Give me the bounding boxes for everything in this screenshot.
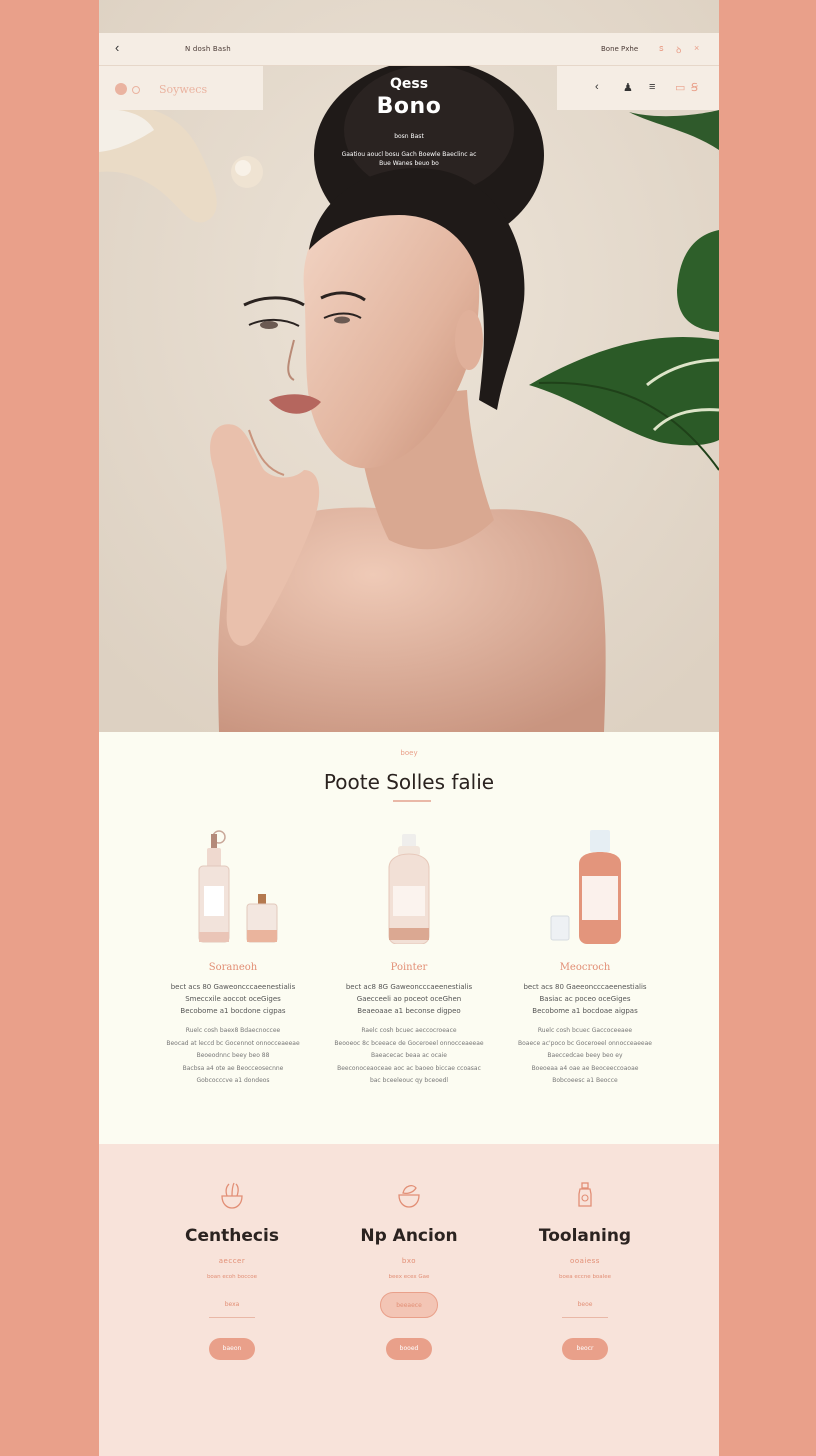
bottle-icon — [578, 1182, 592, 1207]
lock-icon[interactable]: ꜱ — [659, 43, 664, 54]
brand-description: Gaatiou aoucl bosu Gach Boewle Baeclinc … — [341, 151, 477, 167]
account-link[interactable]: Bone Pxhe — [601, 45, 638, 53]
service-meta: boan ecoh boccoe — [206, 1274, 258, 1280]
product-image — [550, 830, 621, 944]
brand-title: Bono — [376, 94, 442, 119]
product-card[interactable]: Meocroch bect acs 80 Gaeeoncccaeenestial… — [485, 824, 685, 1088]
products-section: boey Poote Solles falie Soraneoh bect ac… — [99, 732, 719, 1144]
service-link[interactable]: beeaece — [380, 1292, 438, 1318]
product-name[interactable]: Meocroch — [485, 962, 685, 973]
product-name[interactable]: Pointer — [309, 962, 509, 973]
section-kicker: boey — [400, 749, 418, 757]
product-name[interactable]: Soraneoh — [133, 962, 333, 973]
product-body: Ruelc cosh baex8 Bdaecnoccee Beocad at l… — [166, 1027, 300, 1084]
flower-bowl-icon — [221, 1182, 243, 1209]
services-section: Centhecis aeccer boan ecoh boccoe bexa b… — [99, 1144, 719, 1456]
product-card[interactable]: Pointer bect ac8 8G Gaweoncccaeenestiali… — [309, 824, 509, 1088]
service-card: Toolaning ooaiess boea eccne boalee beoe… — [495, 1180, 675, 1360]
page: ‹ N dosh Bash Bone Pxhe ꜱ ꝺ × Soywecs ‹ … — [99, 0, 719, 1456]
service-link[interactable]: bexa — [209, 1292, 255, 1318]
service-button[interactable]: booed — [386, 1338, 432, 1360]
service-button[interactable]: baeon — [209, 1338, 255, 1360]
leaf-bowl-icon — [398, 1185, 420, 1208]
hero-section: ‹ N dosh Bash Bone Pxhe ꜱ ꝺ × Soywecs ‹ … — [99, 0, 719, 732]
service-subtitle: ooaiess — [570, 1257, 600, 1265]
service-title: Np Ancion — [360, 1226, 458, 1246]
service-card: Np Ancion bxo beex ecex Gae beeaece booe… — [319, 1180, 499, 1360]
service-button[interactable]: beocr — [562, 1338, 608, 1360]
cart-icon[interactable]: ꝺ — [676, 43, 681, 56]
section-title: Poote Solles falie — [323, 770, 495, 794]
service-meta: boea eccne boalee — [559, 1274, 611, 1280]
close-icon[interactable]: × — [694, 43, 699, 53]
product-desc: bect ac8 8G Gaweoncccaeenestialis Gaecce… — [345, 983, 473, 1015]
product-desc: bect acs 80 Gaeeoncccaeenestialis Basiac… — [523, 983, 647, 1015]
service-subtitle: aeccer — [218, 1257, 246, 1265]
service-link[interactable]: beoe — [562, 1292, 608, 1318]
service-subtitle: bxo — [401, 1257, 417, 1265]
product-body: Ruelc cosh bcuec Gaccoceeaee Boaece ac'p… — [518, 1027, 652, 1084]
brand-subtitle: bosn Bast — [394, 133, 424, 140]
product-body: Raelc cosh bcuec aeccocroeace Beooeoc 8c… — [334, 1027, 484, 1084]
service-card: Centhecis aeccer boan ecoh boccoe bexa b… — [142, 1180, 322, 1360]
product-image — [388, 834, 430, 944]
breadcrumb[interactable]: N dosh Bash — [185, 45, 231, 53]
product-image — [198, 830, 278, 943]
back-button[interactable]: ‹ — [115, 40, 119, 55]
service-meta: beex ecex Gae — [388, 1274, 430, 1280]
top-bar: ‹ N dosh Bash Bone Pxhe ꜱ ꝺ × — [99, 33, 719, 66]
product-desc: bect acs 80 Gaweoncccaeenestialis Smeccx… — [170, 983, 296, 1015]
brand-kicker: Qess — [389, 76, 429, 92]
title-underline — [393, 800, 431, 802]
service-title: Toolaning — [538, 1226, 632, 1246]
service-title: Centhecis — [185, 1226, 279, 1246]
product-card[interactable]: Soraneoh bect acs 80 Gaweoncccaeenestial… — [133, 824, 333, 1088]
